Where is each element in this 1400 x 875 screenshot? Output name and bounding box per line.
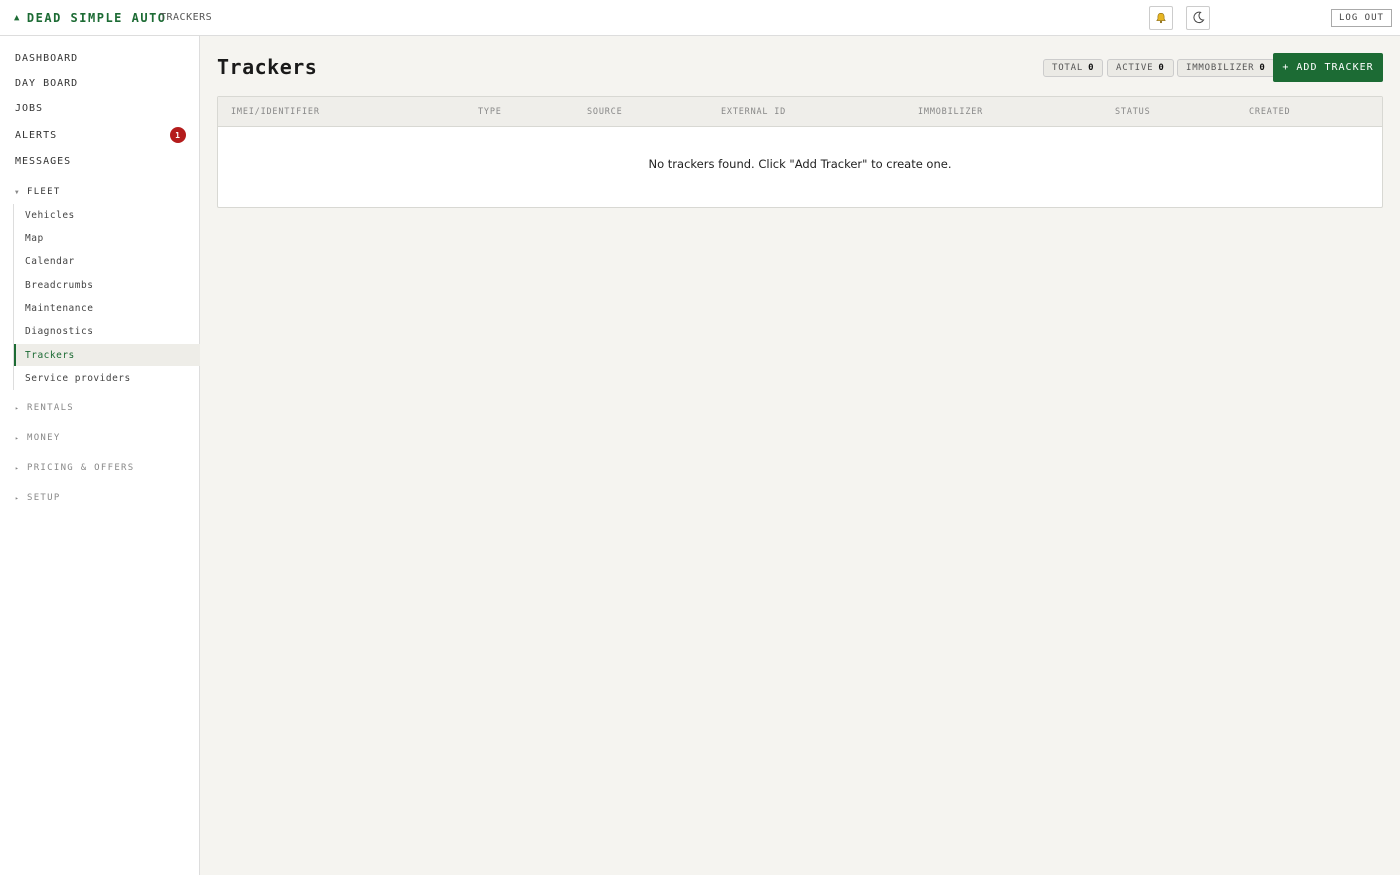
- stat-total-badge: TOTAL 0: [1043, 59, 1104, 77]
- nav-group-pricing-offers[interactable]: ▸ PRICING & OFFERS: [0, 459, 200, 477]
- sidebar-item-service-providers[interactable]: Service providers: [14, 367, 200, 389]
- nav-group-rentals-label: RENTALS: [27, 403, 75, 413]
- sidebar-item-breadcrumbs[interactable]: Breadcrumbs: [14, 274, 200, 296]
- nav-messages[interactable]: MESSAGES: [0, 149, 200, 173]
- nav-group-rentals[interactable]: ▸ RENTALS: [0, 399, 200, 417]
- sidebar-item-trackers[interactable]: Trackers: [14, 344, 200, 366]
- car-icon: ▲: [14, 13, 21, 23]
- caret-right-icon: ▸: [15, 404, 20, 412]
- bell-icon: [1155, 9, 1167, 28]
- sidebar-item-diagnostics[interactable]: Diagnostics: [14, 320, 200, 342]
- add-tracker-button[interactable]: + ADD TRACKER: [1273, 53, 1383, 82]
- nav-alerts-label: ALERTS: [15, 129, 58, 141]
- column-header-immobilizer[interactable]: IMMOBILIZER: [918, 107, 983, 117]
- nav-group-money-label: MONEY: [27, 433, 61, 443]
- stat-immobilizer-badge: IMMOBILIZER 0: [1177, 59, 1275, 77]
- caret-right-icon: ▸: [15, 464, 20, 472]
- stat-active-badge: ACTIVE 0: [1107, 59, 1174, 77]
- page-title: Trackers: [217, 55, 318, 79]
- nav-alerts[interactable]: ALERTS 1: [0, 123, 200, 147]
- nav-dashboard[interactable]: DASHBOARD: [0, 46, 200, 70]
- empty-state-message: No trackers found. Click "Add Tracker" t…: [648, 157, 952, 171]
- sidebar: DASHBOARD DAY BOARD JOBS ALERTS 1 MESSAG…: [0, 36, 200, 875]
- stat-active-value: 0: [1158, 63, 1165, 73]
- top-bar: ▲ DEAD SIMPLE AUTO TRACKERS LOG OUT: [0, 0, 1400, 36]
- nav-group-fleet[interactable]: ▼ FLEET: [0, 183, 200, 201]
- nav-group-fleet-label: FLEET: [27, 187, 61, 197]
- moon-icon: [1192, 9, 1205, 28]
- stat-total-label: TOTAL: [1052, 63, 1084, 73]
- alerts-count-badge: 1: [170, 127, 186, 143]
- theme-toggle-button[interactable]: [1186, 6, 1210, 30]
- column-header-status[interactable]: STATUS: [1115, 107, 1151, 117]
- nav-jobs[interactable]: JOBS: [0, 96, 200, 120]
- column-header-source[interactable]: SOURCE: [587, 107, 623, 117]
- nav-day-board[interactable]: DAY BOARD: [0, 71, 200, 95]
- sidebar-item-calendar[interactable]: Calendar: [14, 250, 200, 272]
- notifications-button[interactable]: [1149, 6, 1173, 30]
- brand-logo[interactable]: ▲ DEAD SIMPLE AUTO: [14, 11, 167, 25]
- caret-right-icon: ▸: [15, 434, 20, 442]
- stat-immobilizer-value: 0: [1259, 63, 1266, 73]
- sidebar-item-vehicles[interactable]: Vehicles: [14, 204, 200, 226]
- nav-group-pricing-label: PRICING & OFFERS: [27, 463, 135, 473]
- brand-name: DEAD SIMPLE AUTO: [26, 11, 167, 25]
- sidebar-item-map[interactable]: Map: [14, 227, 200, 249]
- breadcrumb: TRACKERS: [160, 12, 213, 23]
- stat-total-value: 0: [1088, 63, 1095, 73]
- logout-button[interactable]: LOG OUT: [1331, 9, 1392, 27]
- nav-group-setup-label: SETUP: [27, 493, 61, 503]
- nav-group-setup[interactable]: ▸ SETUP: [0, 489, 200, 507]
- trackers-table: IMEI/IDENTIFIER TYPE SOURCE EXTERNAL ID …: [217, 96, 1383, 208]
- sidebar-item-maintenance[interactable]: Maintenance: [14, 297, 200, 319]
- stat-immobilizer-label: IMMOBILIZER: [1186, 63, 1255, 73]
- stat-active-label: ACTIVE: [1116, 63, 1154, 73]
- column-header-imei[interactable]: IMEI/IDENTIFIER: [231, 107, 320, 117]
- table-header: IMEI/IDENTIFIER TYPE SOURCE EXTERNAL ID …: [218, 97, 1382, 127]
- caret-right-icon: ▸: [15, 494, 20, 502]
- column-header-created[interactable]: CREATED: [1249, 107, 1290, 117]
- caret-down-icon: ▼: [15, 188, 20, 196]
- nav-group-money[interactable]: ▸ MONEY: [0, 429, 200, 447]
- column-header-type[interactable]: TYPE: [478, 107, 502, 117]
- column-header-external-id[interactable]: EXTERNAL ID: [721, 107, 786, 117]
